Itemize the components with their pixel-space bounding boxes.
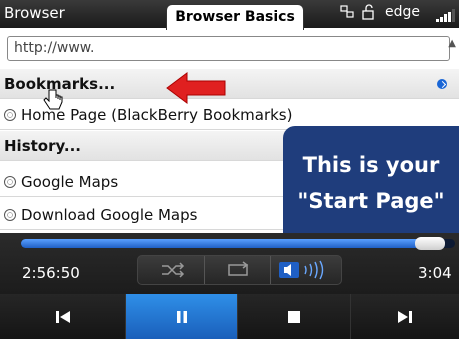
shuffle-button[interactable] <box>138 256 204 284</box>
callout-line-2: "Start Page" <box>297 189 445 213</box>
start-page-callout: This is your "Start Page" <box>283 126 459 233</box>
url-input[interactable]: http://www. <box>7 36 450 61</box>
progress-fill <box>21 239 429 248</box>
status-icons: edge <box>335 4 459 24</box>
hand-cursor-icon <box>43 89 63 110</box>
scroll-up-icon: ▲ <box>448 38 456 49</box>
time-total: 3:04 <box>418 264 452 282</box>
globe-icon <box>4 109 16 121</box>
shuffle-icon <box>162 262 185 278</box>
section-history-label: History... <box>4 137 81 155</box>
list-item-label: Google Maps <box>21 173 119 191</box>
status-app-name: Browser <box>4 4 65 22</box>
pause-button[interactable] <box>125 294 237 339</box>
signal-bar <box>436 19 439 22</box>
signal-bar <box>444 14 447 22</box>
radio-icon <box>339 4 355 24</box>
pause-icon <box>176 310 187 323</box>
volume-button[interactable] <box>270 256 341 284</box>
progress-bar[interactable] <box>21 237 455 250</box>
signal-bar <box>440 16 443 22</box>
volume-icon <box>284 260 324 280</box>
signal-bar <box>452 9 455 22</box>
repeat-icon <box>228 261 249 276</box>
lock-icon <box>361 4 377 24</box>
previous-button[interactable] <box>0 294 125 339</box>
browser-basics-tag: Browser Basics <box>166 4 304 30</box>
section-bookmarks[interactable]: Bookmarks... <box>0 69 459 99</box>
next-icon <box>398 310 412 323</box>
signal-bar <box>448 11 451 22</box>
time-elapsed: 2:56:50 <box>22 264 80 282</box>
list-item-label: Download Google Maps <box>21 206 198 224</box>
callout-line-1: This is your <box>302 153 440 177</box>
browser-start-page: http://www. ▲ Bookmarks... Home Page (Bl… <box>0 28 459 233</box>
next-button[interactable] <box>350 294 459 339</box>
progress-handle[interactable] <box>414 237 445 250</box>
playback-mode-strip <box>137 255 342 285</box>
signal-strength-icon <box>436 8 456 22</box>
stop-button[interactable] <box>237 294 350 339</box>
globe-icon <box>4 176 16 188</box>
expand-arrow-icon[interactable] <box>437 79 447 89</box>
media-player: 2:56:50 3:04 <box>0 233 459 339</box>
repeat-button[interactable] <box>204 256 270 284</box>
network-label: edge <box>385 4 420 20</box>
player-controls <box>0 294 459 339</box>
red-arrow-icon <box>166 72 226 104</box>
globe-icon <box>4 209 16 221</box>
stop-icon <box>288 310 300 323</box>
previous-icon <box>55 310 70 323</box>
